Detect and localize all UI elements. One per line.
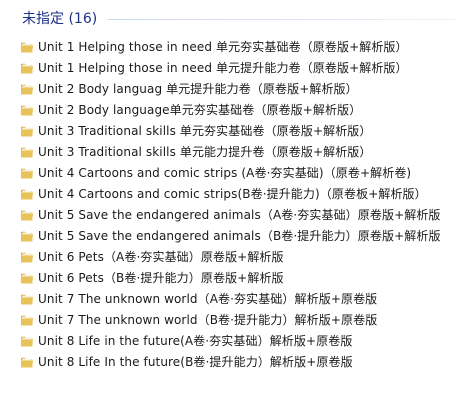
folder-name: Unit 7 The unknown world（A卷·夯实基础）解析版+原卷版 [38, 292, 378, 306]
folder-name: Unit 8 Life In the future(B卷·提升能力）解析版+原卷… [38, 355, 353, 369]
folder-icon [20, 145, 34, 159]
group-title: 未指定 (16) [22, 11, 98, 27]
folder-icon [20, 208, 34, 222]
folder-name: Unit 3 Traditional skills 单元能力提升卷（原卷版+解析… [38, 145, 372, 159]
folder-name: Unit 4 Cartoons and comic strips (A卷·夯实基… [38, 166, 412, 180]
folder-item[interactable]: Unit 6 Pets（B卷·提升能力）原卷版+解析版 [0, 268, 461, 289]
folder-item[interactable]: Unit 7 The unknown world（A卷·夯实基础）解析版+原卷版 [0, 289, 461, 310]
folder-icon [20, 355, 34, 369]
folder-item[interactable]: Unit 7 The unknown world（B卷·提升能力）解析版+原卷版 [0, 310, 461, 331]
folder-icon [20, 313, 34, 327]
folder-name: Unit 4 Cartoons and comic strips(B卷·提升能力… [38, 187, 427, 201]
folder-item[interactable]: Unit 3 Traditional skills 单元能力提升卷（原卷版+解析… [0, 142, 461, 163]
folder-icon [20, 271, 34, 285]
folder-name: Unit 6 Pets（B卷·提升能力）原卷版+解析版 [38, 271, 284, 285]
folder-item[interactable]: Unit 1 Helping those in need 单元提升能力卷（原卷版… [0, 58, 461, 79]
folder-name: Unit 3 Traditional skills 单元夯实基础卷（原卷版+解析… [38, 124, 372, 138]
folder-name: Unit 1 Helping those in need 单元夯实基础卷（原卷版… [38, 40, 408, 54]
folder-name: Unit 5 Save the endangered animals（B卷·提升… [38, 229, 441, 243]
folder-item[interactable]: Unit 8 Life In the future(B卷·提升能力）解析版+原卷… [0, 352, 461, 373]
folder-icon [20, 250, 34, 264]
folder-item[interactable]: Unit 8 Life in the future(A卷·夯实基础）解析版+原卷… [0, 331, 461, 352]
folder-icon [20, 82, 34, 96]
folder-icon [20, 166, 34, 180]
folder-icon [20, 229, 34, 243]
folder-icon [20, 292, 34, 306]
folder-name: Unit 7 The unknown world（B卷·提升能力）解析版+原卷版 [38, 313, 378, 327]
group-divider [108, 19, 455, 20]
folder-name: Unit 1 Helping those in need 单元提升能力卷（原卷版… [38, 61, 408, 75]
folder-icon [20, 61, 34, 75]
folder-item[interactable]: Unit 3 Traditional skills 单元夯实基础卷（原卷版+解析… [0, 121, 461, 142]
folder-name: Unit 2 Body language单元夯实基础卷（原卷版+解析版） [38, 103, 362, 117]
folder-icon [20, 334, 34, 348]
folder-item[interactable]: Unit 2 Body languag 单元提升能力卷（原卷版+解析版） [0, 79, 461, 100]
folder-name: Unit 8 Life in the future(A卷·夯实基础）解析版+原卷… [38, 334, 353, 348]
folder-item[interactable]: Unit 2 Body language单元夯实基础卷（原卷版+解析版） [0, 100, 461, 121]
folder-item[interactable]: Unit 4 Cartoons and comic strips (A卷·夯实基… [0, 163, 461, 184]
folder-list: Unit 1 Helping those in need 单元夯实基础卷（原卷版… [0, 37, 461, 373]
folder-name: Unit 6 Pets（A卷·夯实基础）原卷版+解析版 [38, 250, 284, 264]
file-explorer-view: 未指定 (16) Unit 1 Helping those in need 单元… [0, 0, 461, 394]
folder-icon [20, 187, 34, 201]
folder-name: Unit 2 Body languag 单元提升能力卷（原卷版+解析版） [38, 82, 358, 96]
folder-icon [20, 103, 34, 117]
folder-item[interactable]: Unit 5 Save the endangered animals（A卷·夯实… [0, 205, 461, 226]
folder-icon [20, 124, 34, 138]
folder-name: Unit 5 Save the endangered animals（A卷·夯实… [38, 208, 441, 222]
folder-item[interactable]: Unit 6 Pets（A卷·夯实基础）原卷版+解析版 [0, 247, 461, 268]
group-header[interactable]: 未指定 (16) [0, 8, 461, 30]
folder-item[interactable]: Unit 4 Cartoons and comic strips(B卷·提升能力… [0, 184, 461, 205]
folder-item[interactable]: Unit 5 Save the endangered animals（B卷·提升… [0, 226, 461, 247]
folder-item[interactable]: Unit 1 Helping those in need 单元夯实基础卷（原卷版… [0, 37, 461, 58]
folder-icon [20, 40, 34, 54]
